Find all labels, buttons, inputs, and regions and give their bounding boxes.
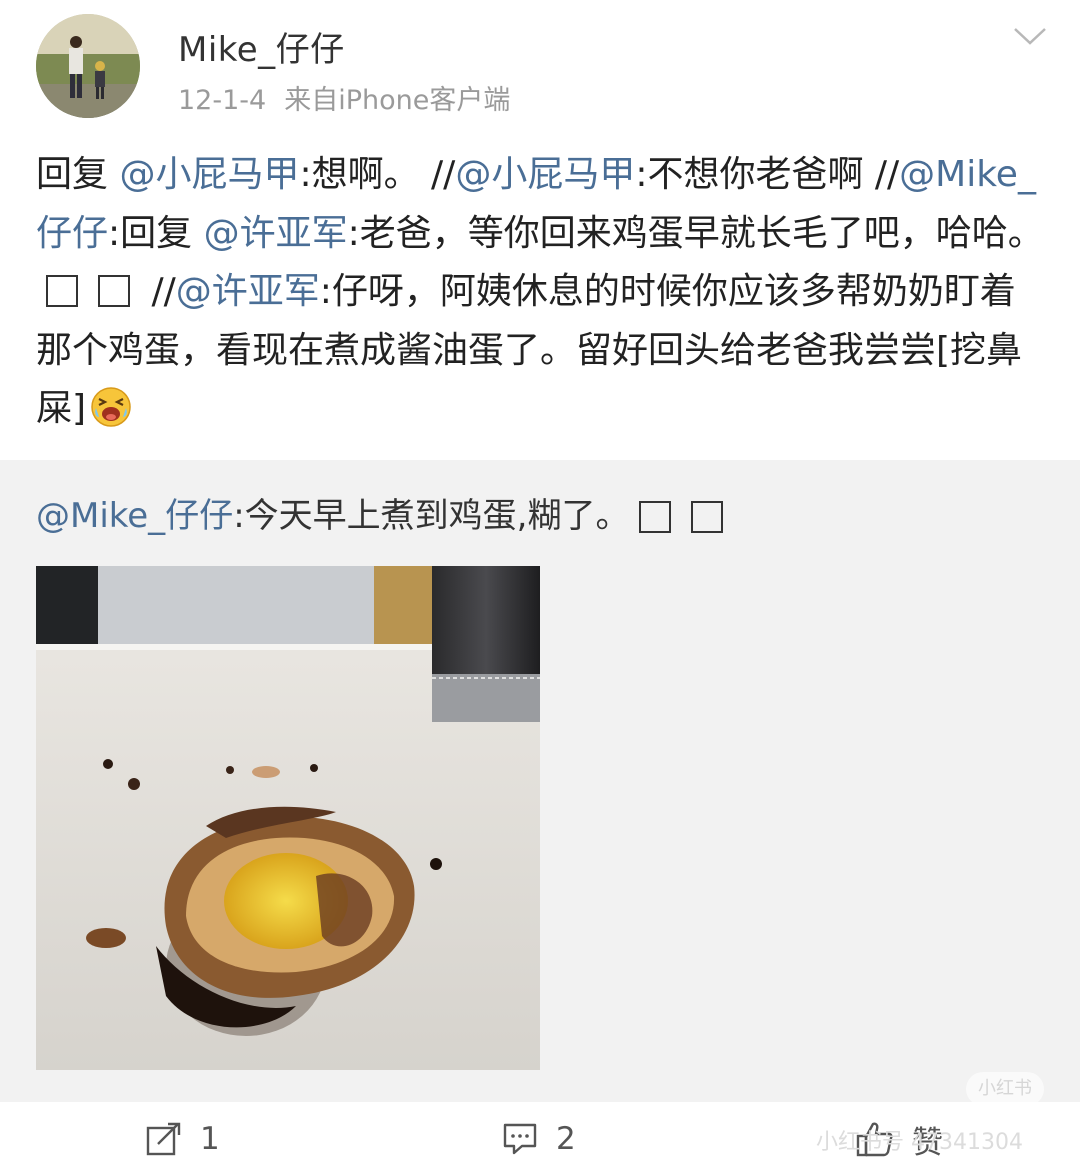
post-text-segment: :想啊。 //	[299, 154, 456, 195]
repost-mention[interactable]: @Mike_仔仔	[36, 496, 233, 536]
missing-glyph-box-icon	[639, 501, 672, 533]
mention-link[interactable]: @小屁马甲	[119, 154, 299, 195]
repost-text: @Mike_仔仔:今天早上煮到鸡蛋,糊了。	[36, 488, 733, 537]
mention-link[interactable]: @小屁马甲	[455, 154, 635, 195]
laughing-crying-emoji-icon	[91, 387, 131, 427]
missing-glyph-box-icon	[691, 501, 724, 533]
watermark-badge: 小红书	[966, 1072, 1044, 1106]
comment-button[interactable]: 2	[502, 1102, 576, 1176]
missing-glyph-box-icon	[46, 275, 78, 307]
mention-link[interactable]: @许亚军	[176, 271, 320, 312]
comment-count: 2	[556, 1121, 576, 1157]
repost-content: :今天早上煮到鸡蛋,糊了。	[233, 496, 630, 536]
mention-link[interactable]: @许亚军	[204, 213, 348, 254]
post-meta: 12-1-4 来自iPhone客户端	[178, 78, 528, 117]
repost-card[interactable]: @Mike_仔仔:今天早上煮到鸡蛋,糊了。	[0, 460, 1080, 1102]
post-body: 回复 @小屁马甲:想啊。 //@小屁马甲:不想你老爸啊 //@Mike_仔仔:回…	[36, 146, 1046, 439]
burnt-egg-photo[interactable]	[36, 566, 540, 1070]
repost-count: 1	[200, 1121, 220, 1157]
post-text-segment: 回复	[36, 154, 120, 195]
missing-glyph-box-icon	[98, 275, 130, 307]
avatar[interactable]	[36, 14, 140, 118]
chevron-down-icon[interactable]	[1012, 24, 1048, 48]
post-text-segment: :老爸，等你回来鸡蛋早就长毛了吧，哈哈。	[347, 212, 1044, 254]
username[interactable]: Mike_仔仔	[178, 22, 345, 71]
repost-icon	[146, 1122, 181, 1156]
post-text-segment: //	[140, 271, 176, 312]
post-header: Mike_仔仔 12-1-4 来自iPhone客户端	[0, 0, 1080, 130]
post-source: 来自iPhone客户端	[284, 85, 511, 116]
post-date: 12-1-4	[178, 85, 267, 116]
comment-icon	[503, 1123, 537, 1155]
post-text-segment: :不想你老爸啊 //	[635, 154, 900, 195]
watermark-text: 小红书号 47341304	[816, 1130, 1023, 1155]
repost-button[interactable]: 1	[146, 1102, 220, 1176]
post-text-segment: :回复	[108, 212, 204, 254]
